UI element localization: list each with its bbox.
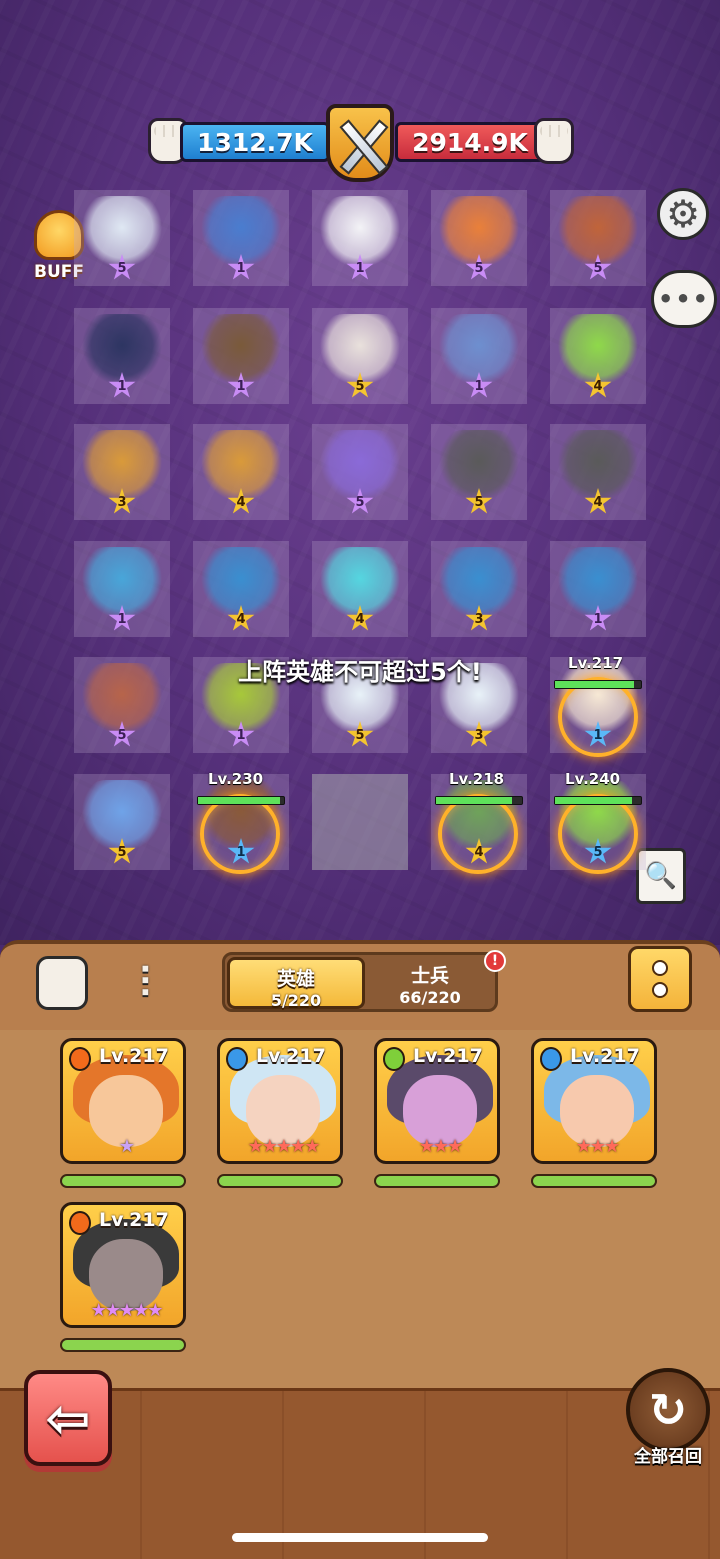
hero-card[interactable]: Lv.217 ★★★ bbox=[374, 1038, 500, 1188]
deployed-hero-glow bbox=[200, 794, 280, 874]
deployed-hero-level: Lv.230 bbox=[208, 770, 264, 788]
hero-progress-bar bbox=[60, 1338, 186, 1352]
grid-cell[interactable]: 1 bbox=[74, 308, 170, 404]
grid-cell[interactable]: 5 bbox=[312, 424, 408, 520]
hero-progress-bar bbox=[374, 1174, 500, 1188]
grid-cell[interactable]: 1 bbox=[431, 308, 527, 404]
water-element-icon bbox=[226, 1047, 248, 1071]
fire-element-icon bbox=[69, 1047, 91, 1071]
tab-heroes-label: 英雄 bbox=[276, 968, 315, 990]
hero-portrait: Lv.217 ★★★ bbox=[374, 1038, 500, 1164]
hero-portrait: Lv.217 ★★★★★ bbox=[217, 1038, 343, 1164]
tab-soldiers-label: 士兵 bbox=[410, 965, 449, 987]
recall-all-icon[interactable]: ↻ bbox=[626, 1368, 710, 1452]
hero-level: Lv.217 bbox=[413, 1045, 483, 1067]
soldiers-alert-badge: ! bbox=[484, 950, 506, 972]
grid-cell[interactable]: 5 bbox=[312, 308, 408, 404]
hero-progress-bar bbox=[217, 1174, 343, 1188]
deployed-hero-glow bbox=[438, 794, 518, 874]
filter-icon[interactable]: ⫶ bbox=[120, 958, 170, 1008]
hero-stars: ★★★ bbox=[575, 1136, 620, 1157]
deployed-hero-hpbar bbox=[435, 796, 523, 805]
hero-portrait: Lv.217 ★ bbox=[60, 1038, 186, 1164]
deployed-hero-hpbar bbox=[197, 796, 285, 805]
grid-cell[interactable]: 3 bbox=[431, 541, 527, 637]
hero-portrait: Lv.217 ★★★ bbox=[531, 1038, 657, 1164]
grid-cell[interactable]: 4 bbox=[312, 541, 408, 637]
hero-level: Lv.217 bbox=[256, 1045, 326, 1067]
grid-cell[interactable]: 5 bbox=[550, 190, 646, 286]
grid-cell[interactable]: 4 bbox=[193, 541, 289, 637]
menu-dot bbox=[652, 960, 668, 976]
hero-card[interactable]: Lv.217 ★ bbox=[60, 1038, 186, 1188]
hero-level: Lv.217 bbox=[570, 1045, 640, 1067]
leaf-element-icon bbox=[383, 1047, 405, 1071]
back-arrow-left-icon[interactable]: ⇦ bbox=[24, 1370, 112, 1466]
hero-level: Lv.217 bbox=[99, 1209, 169, 1231]
deploy-limit-warning: 上阵英雄不可超过5个! bbox=[238, 658, 482, 686]
vs-crossed-swords-icon bbox=[326, 104, 394, 182]
grid-cell[interactable]: 5 bbox=[74, 774, 170, 870]
hero-card[interactable]: Lv.217 ★★★★★ bbox=[217, 1038, 343, 1188]
deployed-hero-glow bbox=[558, 794, 638, 874]
grid-cell[interactable] bbox=[312, 774, 408, 870]
grid-cell[interactable]: 5 bbox=[74, 190, 170, 286]
hero-progress-bar bbox=[60, 1174, 186, 1188]
tab-heroes-count: 5/220 bbox=[270, 991, 322, 1010]
fire-element-icon bbox=[69, 1211, 91, 1235]
grid-cell[interactable]: 1 bbox=[193, 190, 289, 286]
hero-stars: ★★★★★ bbox=[247, 1136, 321, 1157]
grid-cell[interactable]: 4 bbox=[550, 308, 646, 404]
grid-cell[interactable]: 5 bbox=[431, 190, 527, 286]
tab-soldiers[interactable]: 士兵 66/220 bbox=[361, 957, 499, 1009]
hero-progress-bar bbox=[531, 1174, 657, 1188]
grid-cell[interactable]: 4 bbox=[193, 424, 289, 520]
chat-bubble-icon[interactable]: ••• bbox=[651, 270, 717, 328]
deployed-hero-level: Lv.218 bbox=[449, 770, 505, 788]
hero-level: Lv.217 bbox=[99, 1045, 169, 1067]
deployed-hero-hpbar bbox=[554, 796, 642, 805]
hero-stars: ★★★ bbox=[418, 1136, 463, 1157]
power-sort-fist-icon[interactable] bbox=[36, 956, 88, 1010]
recall-all-label[interactable]: 全部召回 bbox=[620, 1442, 716, 1467]
enemy-power: 2914.9K bbox=[395, 122, 545, 162]
grid-cell[interactable]: 5 bbox=[431, 424, 527, 520]
deployed-hero-level: Lv.240 bbox=[565, 770, 621, 788]
deployed-hero-level: Lv.217 bbox=[568, 654, 624, 672]
grid-cell[interactable]: 1 bbox=[74, 541, 170, 637]
deployed-hero-glow bbox=[558, 677, 638, 757]
grid-cell[interactable]: 1 bbox=[312, 190, 408, 286]
hero-portrait: Lv.217 ★★★★★ bbox=[60, 1202, 186, 1328]
hero-stars: ★★★★★ bbox=[90, 1300, 164, 1321]
enemy-fist-icon bbox=[534, 118, 574, 164]
grid-cell[interactable]: 4 bbox=[550, 424, 646, 520]
grid-cell[interactable]: 1 bbox=[550, 541, 646, 637]
more-menu-button[interactable] bbox=[628, 946, 692, 1012]
tab-heroes[interactable]: 英雄 5/220 bbox=[227, 957, 365, 1010]
hero-card[interactable]: Lv.217 ★★★★★ bbox=[60, 1202, 186, 1352]
grid-cell[interactable]: 3 bbox=[74, 424, 170, 520]
water-element-icon bbox=[540, 1047, 562, 1071]
player-power: 1312.7K bbox=[180, 122, 330, 162]
tab-bar: 英雄 5/220 士兵 66/220 bbox=[222, 952, 498, 1012]
home-indicator[interactable] bbox=[232, 1533, 488, 1542]
settings-gear-icon[interactable]: ⚙ bbox=[657, 188, 709, 240]
menu-dot bbox=[652, 982, 668, 998]
hero-stars: ★ bbox=[118, 1136, 135, 1157]
hero-card[interactable]: Lv.217 ★★★ bbox=[531, 1038, 657, 1188]
tab-soldiers-count: 66/220 bbox=[399, 988, 461, 1007]
grid-cell[interactable]: 1 bbox=[193, 308, 289, 404]
